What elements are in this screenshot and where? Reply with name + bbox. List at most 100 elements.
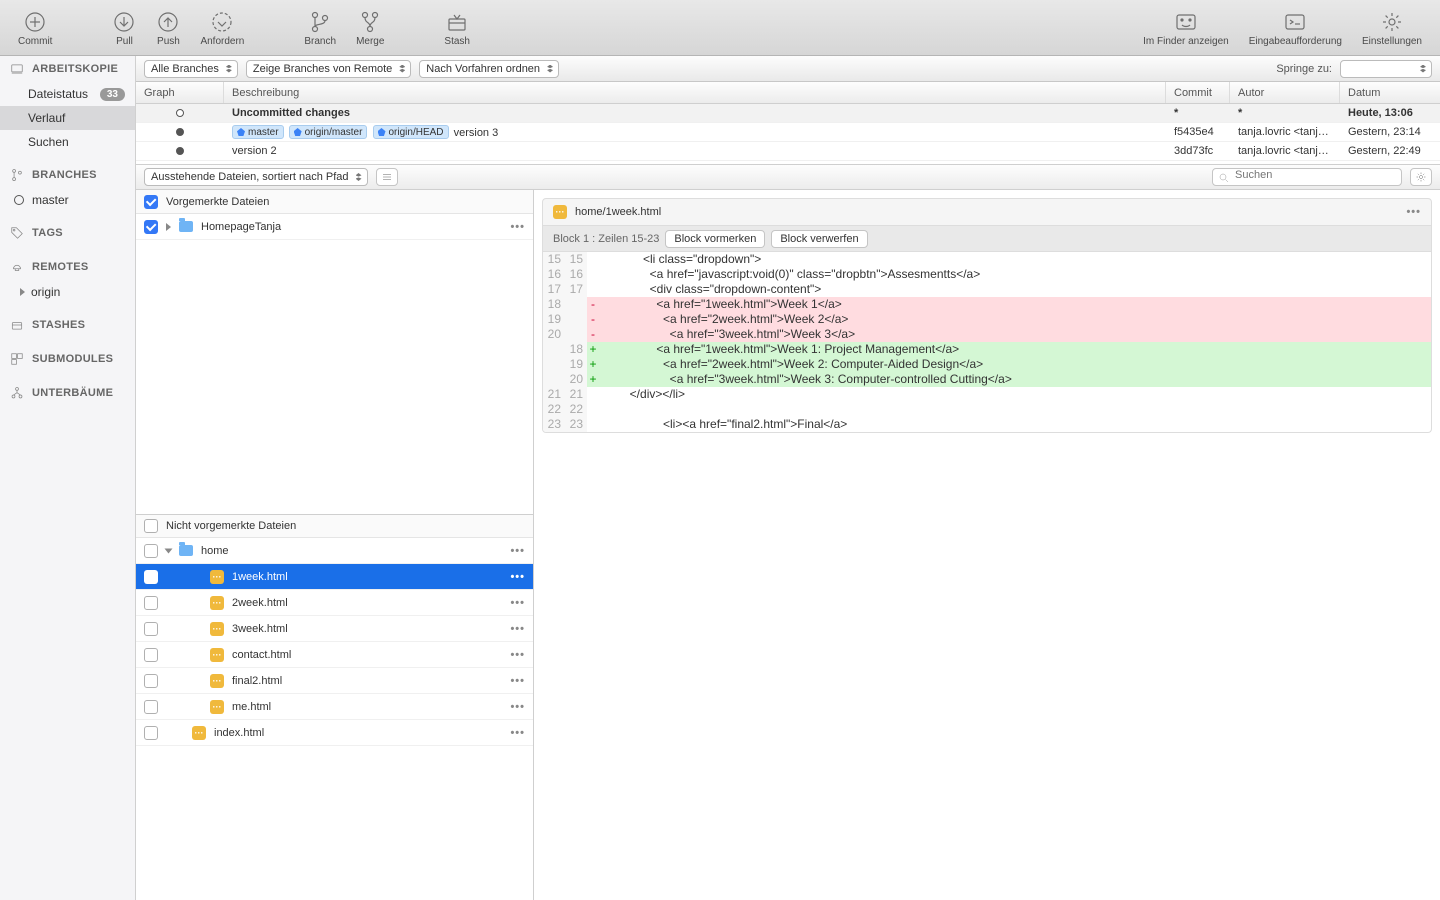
more-icon[interactable]: ••• <box>510 597 525 609</box>
unstaged-label: Nicht vorgemerkte Dateien <box>166 520 296 532</box>
col-graph[interactable]: Graph <box>136 82 224 103</box>
history-list: Uncommitted changes * * Heute, 13:06 mas… <box>136 104 1440 164</box>
file-row[interactable]: index.html ••• <box>136 720 533 746</box>
stash-button[interactable]: Stash <box>434 0 480 55</box>
file-filter-bar: Ausstehende Dateien, sortiert nach Pfad <box>136 164 1440 190</box>
file-icon <box>210 570 224 584</box>
commit-button[interactable]: Commit <box>8 0 62 55</box>
folder-icon <box>179 545 193 556</box>
disclosure-icon <box>20 288 25 296</box>
file-row[interactable]: 3week.html ••• <box>136 616 533 642</box>
pull-button[interactable]: Pull <box>102 0 146 55</box>
file-row[interactable]: 2week.html ••• <box>136 590 533 616</box>
main-toolbar: Commit Pull Push Anfordern Branch Merge … <box>0 0 1440 56</box>
sidebar-section-remotes[interactable]: REMOTES <box>0 254 135 280</box>
diff-panel: home/1week.html ••• Block 1 : Zeilen 15-… <box>534 190 1440 900</box>
history-row-uncommitted[interactable]: Uncommitted changes * * Heute, 13:06 <box>136 104 1440 123</box>
show-in-finder-button[interactable]: Im Finder anzeigen <box>1133 0 1239 55</box>
branch-chip-origin-master: origin/master <box>289 125 368 139</box>
more-icon[interactable]: ••• <box>510 545 525 557</box>
history-row[interactable]: version 2 3dd73fc tanja.lovric <tanja...… <box>136 142 1440 161</box>
settings-button[interactable]: Einstellungen <box>1352 0 1432 55</box>
hunk-header: Block 1 : Zeilen 15-23 Block vormerken B… <box>542 226 1432 252</box>
file-row-1week[interactable]: 1week.html ••• <box>136 564 533 590</box>
pending-files-select[interactable]: Ausstehende Dateien, sortiert nach Pfad <box>144 168 368 186</box>
diff-file-header: home/1week.html ••• <box>542 198 1432 226</box>
more-icon[interactable]: ••• <box>510 221 525 233</box>
sidebar-item-history[interactable]: Verlauf <box>0 106 135 130</box>
list-view-button[interactable] <box>376 168 398 186</box>
file-row[interactable]: me.html ••• <box>136 694 533 720</box>
sidebar-section-branches[interactable]: BRANCHES <box>0 162 135 188</box>
order-select[interactable]: Nach Vorfahren ordnen <box>419 60 559 78</box>
sidebar-section-workingcopy[interactable]: ARBEITSKOPIE <box>0 56 135 82</box>
history-row[interactable]: master origin/master origin/HEAD version… <box>136 123 1440 142</box>
more-icon[interactable]: ••• <box>510 675 525 687</box>
file-icon <box>553 205 567 219</box>
more-icon[interactable]: ••• <box>510 649 525 661</box>
folder-icon <box>179 221 193 232</box>
diff-file-path: home/1week.html <box>575 206 661 218</box>
filestatus-badge: 33 <box>100 88 125 101</box>
file-checkbox[interactable] <box>144 622 158 636</box>
file-checkbox[interactable] <box>144 726 158 740</box>
stage-all-checkbox[interactable] <box>144 195 158 209</box>
fetch-button[interactable]: Anfordern <box>190 0 254 55</box>
file-row[interactable]: contact.html ••• <box>136 642 533 668</box>
sidebar-section-tags[interactable]: TAGS <box>0 220 135 246</box>
file-checkbox[interactable] <box>144 596 158 610</box>
merge-button[interactable]: Merge <box>346 0 394 55</box>
more-icon[interactable]: ••• <box>510 727 525 739</box>
hunk-label: Block 1 : Zeilen 15-23 <box>553 233 659 245</box>
sidebar-item-search[interactable]: Suchen <box>0 130 135 154</box>
history-header: Graph Beschreibung Commit Autor Datum <box>136 82 1440 104</box>
col-author[interactable]: Autor <box>1230 82 1340 103</box>
col-description[interactable]: Beschreibung <box>224 82 1166 103</box>
branches-filter-select[interactable]: Alle Branches <box>144 60 238 78</box>
push-button[interactable]: Push <box>146 0 190 55</box>
file-checkbox[interactable] <box>144 544 158 558</box>
staged-file-row[interactable]: HomepageTanja ••• <box>136 214 533 240</box>
more-icon[interactable]: ••• <box>1406 206 1421 218</box>
disclosure-icon[interactable] <box>165 548 173 553</box>
file-checkbox[interactable] <box>144 570 158 584</box>
sidebar: ARBEITSKOPIE Dateistatus33 Verlauf Suche… <box>0 56 136 900</box>
sidebar-section-stashes[interactable]: STASHES <box>0 312 135 338</box>
disclosure-icon[interactable] <box>166 223 171 231</box>
staged-files-header: Vorgemerkte Dateien <box>136 190 533 214</box>
stage-hunk-button[interactable]: Block vormerken <box>665 230 765 248</box>
branch-chip-master: master <box>232 125 284 139</box>
file-icon <box>192 726 206 740</box>
col-date[interactable]: Datum <box>1340 82 1440 103</box>
unstaged-files-list: home ••• 1week.html ••• 2week. <box>136 538 533 900</box>
sidebar-branch-master[interactable]: master <box>0 188 135 212</box>
filter-bar: Alle Branches Zeige Branches von Remote … <box>136 56 1440 82</box>
file-checkbox[interactable] <box>144 220 158 234</box>
more-icon[interactable]: ••• <box>510 701 525 713</box>
sidebar-section-submodules[interactable]: SUBMODULES <box>0 346 135 372</box>
file-checkbox[interactable] <box>144 674 158 688</box>
unstaged-files-header: Nicht vorgemerkte Dateien <box>136 514 533 538</box>
terminal-button[interactable]: Eingabeaufforderung <box>1239 0 1352 55</box>
branch-button[interactable]: Branch <box>294 0 346 55</box>
remote-filter-select[interactable]: Zeige Branches von Remote <box>246 60 411 78</box>
files-panel: Vorgemerkte Dateien HomepageTanja ••• Ni… <box>136 190 534 900</box>
file-icon <box>210 596 224 610</box>
sidebar-section-subtrees[interactable]: UNTERBÄUME <box>0 380 135 406</box>
unstage-all-checkbox[interactable] <box>144 519 158 533</box>
sidebar-remote-origin[interactable]: origin <box>0 280 135 304</box>
more-icon[interactable]: ••• <box>510 623 525 635</box>
diff-code[interactable]: 1515 <li class="dropdown"> 1616 <a href=… <box>542 252 1432 433</box>
sidebar-item-filestatus[interactable]: Dateistatus33 <box>0 82 135 106</box>
file-checkbox[interactable] <box>144 700 158 714</box>
jump-to-select[interactable] <box>1340 60 1432 78</box>
col-commit[interactable]: Commit <box>1166 82 1230 103</box>
file-row-folder-home[interactable]: home ••• <box>136 538 533 564</box>
file-row[interactable]: final2.html ••• <box>136 668 533 694</box>
discard-hunk-button[interactable]: Block verwerfen <box>771 230 867 248</box>
options-gear-button[interactable] <box>1410 168 1432 186</box>
search-input[interactable] <box>1212 168 1402 186</box>
more-icon[interactable]: ••• <box>510 571 525 583</box>
file-checkbox[interactable] <box>144 648 158 662</box>
file-icon <box>210 622 224 636</box>
